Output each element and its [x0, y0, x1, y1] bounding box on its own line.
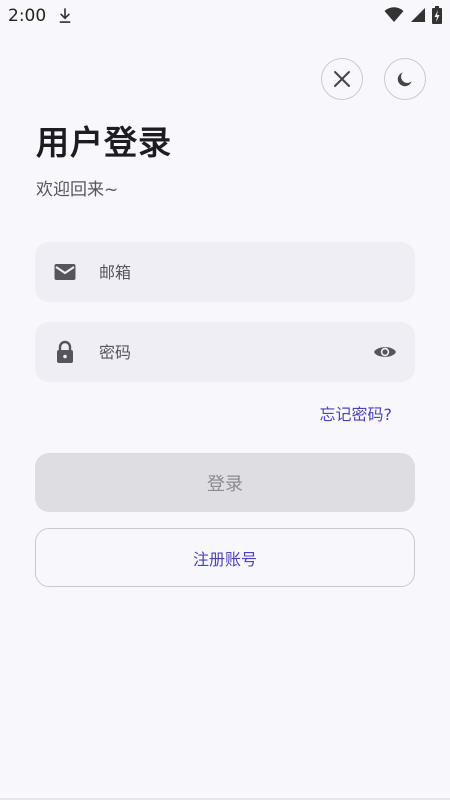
- email-field[interactable]: [35, 242, 415, 302]
- close-button[interactable]: [321, 58, 363, 100]
- theme-toggle-button[interactable]: [384, 58, 426, 100]
- password-input[interactable]: [99, 322, 359, 382]
- wifi-icon: [384, 7, 404, 22]
- close-icon: [334, 71, 350, 87]
- status-icons: [384, 6, 442, 24]
- eye-icon[interactable]: [373, 340, 397, 364]
- password-field[interactable]: [35, 322, 415, 382]
- page-subtitle: 欢迎回来~: [36, 180, 119, 200]
- status-time: 2:00: [8, 6, 47, 26]
- email-input[interactable]: [99, 242, 359, 302]
- page-title: 用户登录: [36, 123, 172, 162]
- signal-icon: [411, 8, 425, 22]
- status-bar: 2:00: [0, 0, 450, 30]
- register-button[interactable]: 注册账号: [35, 528, 415, 587]
- moon-icon: [397, 72, 412, 87]
- mail-icon: [54, 264, 76, 280]
- login-screen: 2:00 用户登录 欢迎回来~ 邮箱 忘记密码? 登录 注册账号: [0, 0, 450, 800]
- battery-charging-icon: [432, 6, 442, 24]
- forgot-password-link[interactable]: 忘记密码?: [320, 401, 393, 425]
- login-button[interactable]: 登录: [35, 453, 415, 512]
- lock-icon: [57, 340, 73, 363]
- download-icon: [59, 8, 71, 23]
